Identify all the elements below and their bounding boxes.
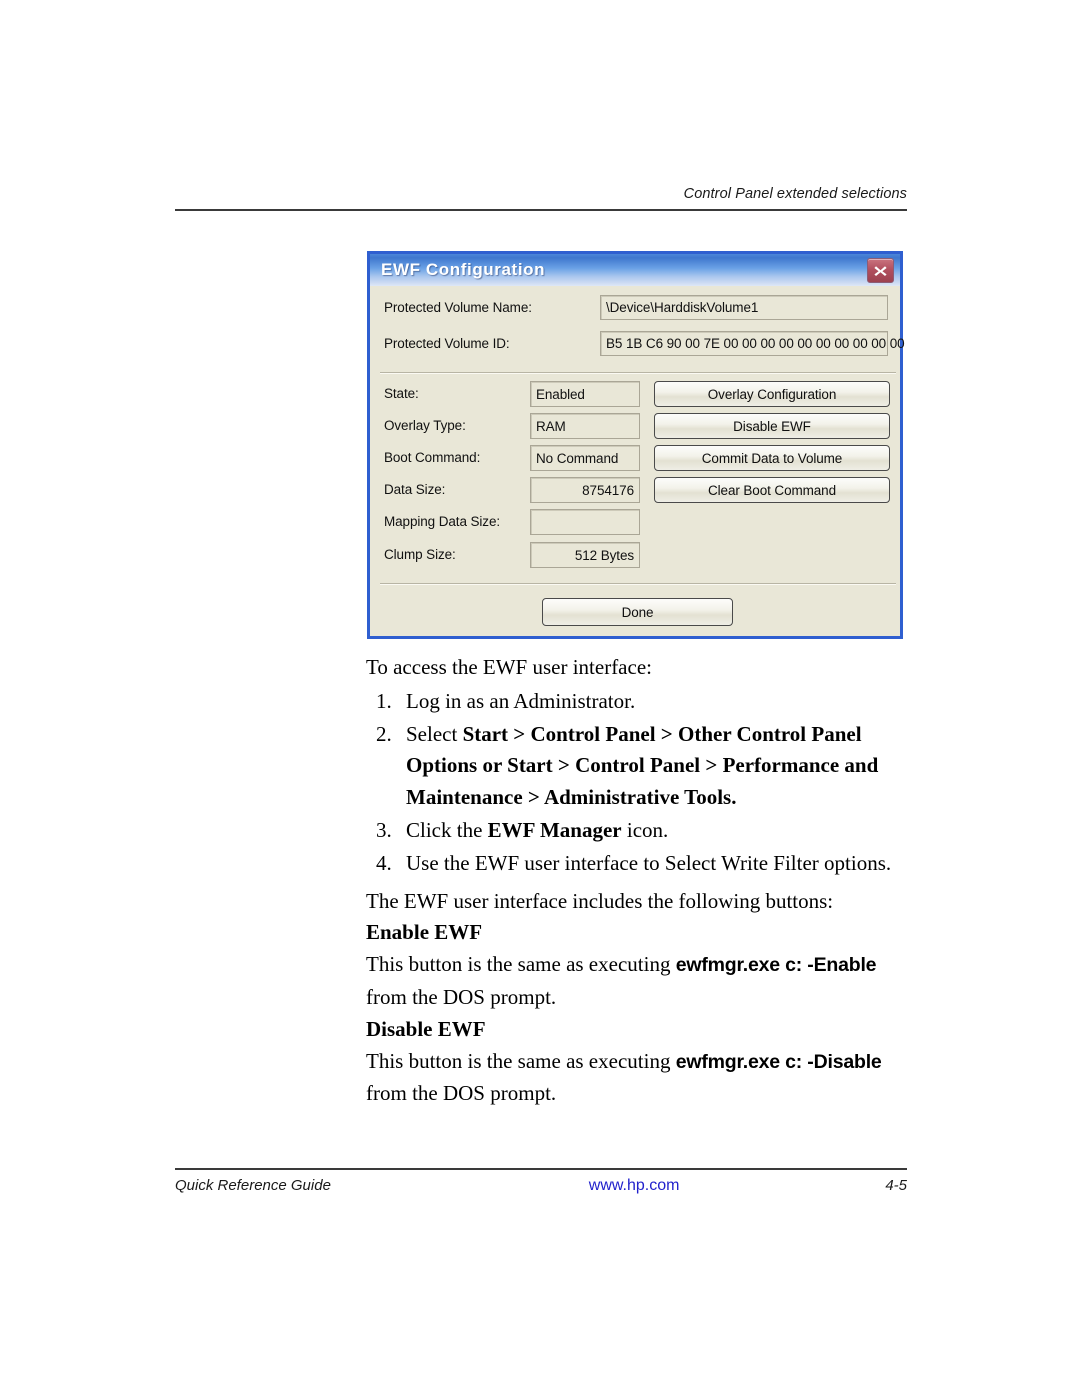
value-mapping-data-size: [530, 509, 640, 535]
buttons-lead-in: The EWF user interface includes the foll…: [366, 888, 834, 913]
label-boot-command: Boot Command:: [384, 450, 481, 465]
ewf-configuration-dialog: EWF Configuration Protected Volume Name:…: [367, 251, 905, 639]
running-head: Control Panel extended selections: [683, 186, 907, 202]
dialog-body: Protected Volume Name: \Device\HarddiskV…: [370, 286, 905, 636]
value-boot-command: No Command: [530, 445, 640, 471]
value-overlay-type: RAM: [530, 413, 640, 439]
step-text-bold: EWF Manager: [487, 817, 622, 842]
step-text-bold: Start > Control Panel > Other Control Pa…: [406, 721, 879, 810]
body-copy: To access the EWF user interface: 1. Log…: [366, 652, 911, 1110]
value-protected-volume-id: B5 1B C6 90 00 7E 00 00 00 00 00 00 00 0…: [600, 331, 905, 356]
clear-boot-command-button[interactable]: Clear Boot Command: [654, 477, 890, 503]
step-text-plain: Select: [406, 721, 463, 746]
header-rule: [175, 209, 907, 211]
list-item-step-3: 3. Click the EWF Manager icon.: [366, 815, 911, 847]
label-protected-volume-name: Protected Volume Name:: [384, 300, 532, 315]
group-separator-top: [380, 372, 896, 374]
label-clump-size: Clump Size:: [384, 547, 456, 562]
footer-row: Quick Reference Guide www.hp.com 4-5: [175, 1170, 907, 1195]
step-number: 1.: [376, 688, 392, 713]
value-protected-volume-name: \Device\HarddiskVolume1: [600, 295, 888, 320]
value-clump-size: 512 Bytes: [530, 542, 640, 568]
group-separator-bottom: [380, 583, 896, 585]
footer-guide-title: Quick Reference Guide: [175, 1176, 331, 1194]
label-protected-volume-id: Protected Volume ID:: [384, 336, 510, 351]
dialog-title: EWF Configuration: [381, 260, 546, 279]
section-text-enable-ewf: This button is the same as executing ewf…: [366, 949, 911, 1014]
section-text-before: This button is the same as executing: [366, 952, 676, 977]
list-item-step-4: 4. Use the EWF user interface to Select …: [366, 848, 911, 880]
step-text-plain: Click the: [406, 817, 488, 842]
section-text-before: This button is the same as executing: [366, 1048, 676, 1073]
page-footer: Quick Reference Guide www.hp.com 4-5: [175, 1168, 907, 1195]
footer-page-number: 4-5: [885, 1176, 907, 1194]
done-button[interactable]: Done: [542, 598, 733, 626]
step-number: 2.: [376, 721, 392, 746]
list-item-step-1: 1. Log in as an Administrator.: [366, 686, 911, 718]
overlay-configuration-button[interactable]: Overlay Configuration: [654, 381, 890, 407]
label-mapping-data-size: Mapping Data Size:: [384, 514, 501, 529]
section-text-disable-ewf: This button is the same as executing ewf…: [366, 1046, 911, 1111]
value-data-size: 8754176: [530, 477, 640, 503]
close-icon[interactable]: [867, 258, 894, 283]
command-disable: ewfmgr.exe c: -Disable: [675, 1050, 882, 1073]
section-heading-enable-ewf: Enable EWF: [366, 920, 483, 945]
section-text-after: from the DOS prompt.: [366, 1081, 557, 1106]
section-heading-disable-ewf: Disable EWF: [366, 1016, 486, 1041]
list-item-step-2: 2. Select Start > Control Panel > Other …: [366, 719, 911, 814]
value-state: Enabled: [530, 381, 640, 407]
footer-url-link[interactable]: www.hp.com: [589, 1177, 680, 1195]
disable-ewf-button[interactable]: Disable EWF: [654, 413, 890, 439]
intro-paragraph: To access the EWF user interface:: [366, 655, 652, 679]
step-text: Click the EWF Manager icon.: [406, 815, 911, 847]
step-number: 3.: [376, 817, 392, 842]
step-text: Use the EWF user interface to Select Wri…: [406, 850, 892, 875]
step-text: Log in as an Administrator.: [406, 688, 636, 713]
label-overlay-type: Overlay Type:: [384, 418, 466, 433]
label-state: State:: [384, 386, 419, 401]
dialog-title-bar: EWF Configuration: [370, 254, 900, 286]
page-header: Control Panel extended selections: [175, 186, 907, 211]
step-number: 4.: [376, 850, 392, 875]
label-data-size: Data Size:: [384, 482, 446, 497]
step-text: Select Start > Control Panel > Other Con…: [406, 719, 911, 814]
command-enable: ewfmgr.exe c: -Enable: [675, 954, 877, 977]
commit-data-to-volume-button[interactable]: Commit Data to Volume: [654, 445, 890, 471]
section-text-after: from the DOS prompt.: [366, 984, 557, 1009]
step-text-tail: icon.: [621, 817, 669, 842]
